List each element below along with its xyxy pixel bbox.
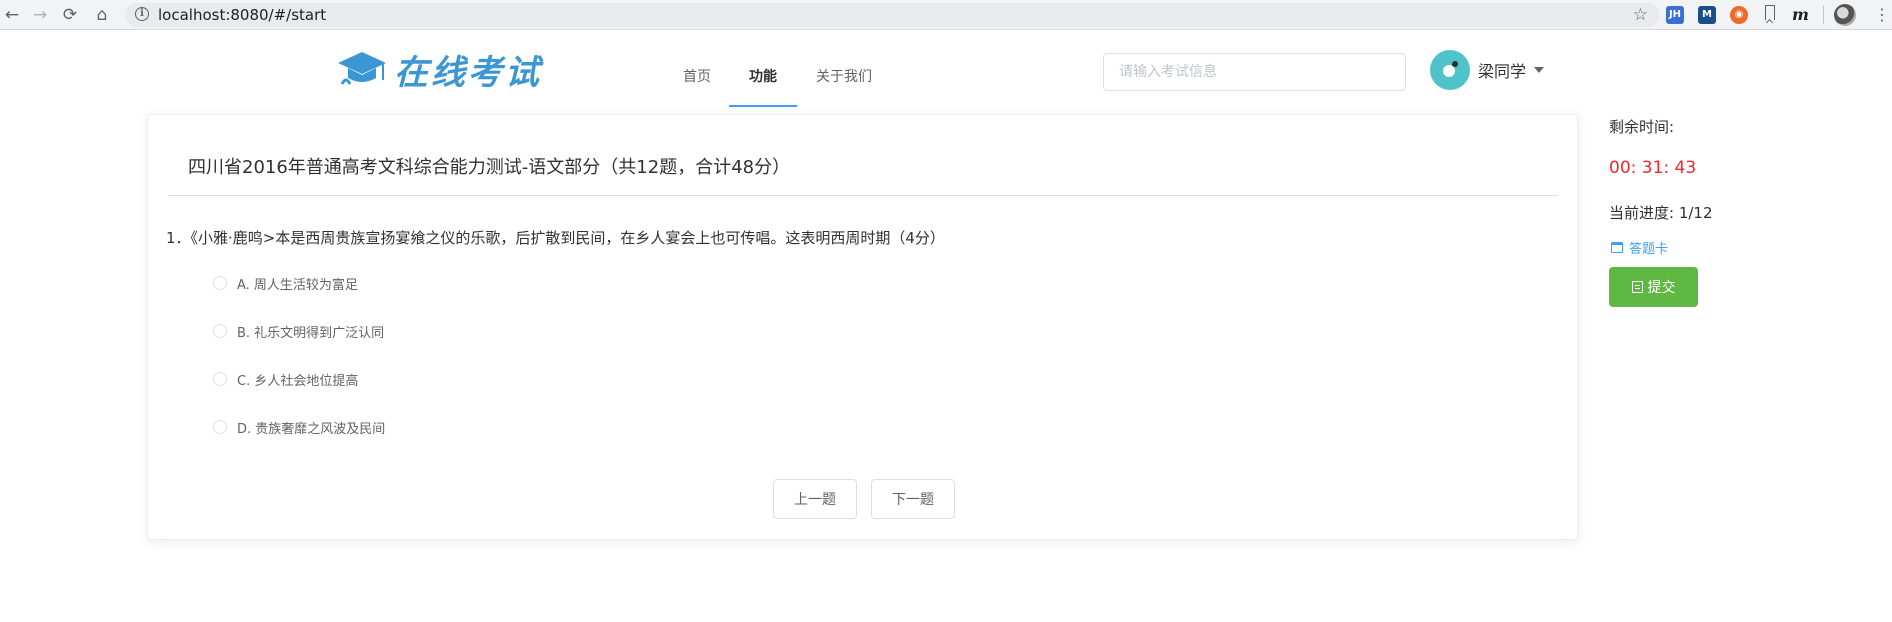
bookmark-extension-icon[interactable] bbox=[1765, 5, 1775, 20]
progress-label: 当前进度: 1/12 bbox=[1609, 204, 1713, 222]
answer-card-label[interactable]: 答题卡 bbox=[1629, 238, 1668, 257]
exam-search-input[interactable] bbox=[1103, 53, 1406, 91]
m-extension-icon[interactable]: M bbox=[1698, 6, 1716, 24]
user-menu[interactable]: 梁同学 bbox=[1430, 50, 1545, 90]
toolbar-divider bbox=[1823, 6, 1824, 24]
info-icon[interactable]: i bbox=[135, 7, 149, 21]
next-question-button[interactable]: 下一题 bbox=[871, 479, 955, 519]
submit-label[interactable]: 提交 bbox=[1648, 277, 1676, 297]
nav-home[interactable]: 首页 bbox=[680, 37, 714, 107]
remaining-time-label: 剩余时间: bbox=[1609, 118, 1675, 136]
graduation-cap-icon bbox=[338, 52, 386, 85]
home-icon[interactable]: ⌂ bbox=[90, 3, 114, 27]
radio-button[interactable] bbox=[213, 420, 227, 434]
countdown-timer: 00: 31: 43 bbox=[1609, 158, 1697, 178]
jh-extension-icon[interactable]: JH bbox=[1666, 6, 1684, 24]
prev-question-button[interactable]: 上一题 bbox=[773, 479, 857, 519]
title-divider bbox=[168, 195, 1558, 196]
option-b[interactable]: B. 礼乐文明得到广泛认同 bbox=[213, 321, 384, 341]
address-url[interactable]: localhost:8080/#/start bbox=[158, 3, 326, 27]
orange-extension-icon[interactable]: ◉ bbox=[1730, 6, 1748, 24]
address-bar[interactable]: i localhost:8080/#/start ☆ bbox=[125, 3, 1660, 27]
radio-button[interactable] bbox=[213, 276, 227, 290]
logo-text: 在线考试 bbox=[394, 52, 542, 93]
option-c[interactable]: C. 乡人社会地位提高 bbox=[213, 369, 358, 389]
option-a[interactable]: A. 周人生活较为富足 bbox=[213, 273, 358, 293]
calendar-icon bbox=[1611, 241, 1623, 253]
nav-features[interactable]: 功能 bbox=[729, 37, 797, 107]
nav-about[interactable]: 关于我们 bbox=[812, 37, 876, 107]
answer-card-link[interactable]: 答题卡 bbox=[1611, 238, 1668, 257]
profile-avatar-icon[interactable] bbox=[1834, 4, 1856, 26]
user-name[interactable]: 梁同学 bbox=[1478, 58, 1526, 82]
browser-menu-icon[interactable]: ⋮ bbox=[1874, 0, 1890, 30]
radio-button[interactable] bbox=[213, 324, 227, 338]
back-icon[interactable]: ← bbox=[0, 3, 24, 27]
avatar[interactable] bbox=[1430, 50, 1470, 90]
submit-button[interactable]: 提交 bbox=[1609, 267, 1698, 307]
question-card: 四川省2016年普通高考文科综合能力测试-语文部分（共12题，合计48分） 1．… bbox=[147, 114, 1578, 540]
option-d[interactable]: D. 贵族奢靡之风波及民间 bbox=[213, 417, 385, 437]
browser-toolbar: ← → ⟳ ⌂ i localhost:8080/#/start ☆ JH M … bbox=[0, 0, 1892, 30]
option-label[interactable]: B. 礼乐文明得到广泛认同 bbox=[237, 322, 384, 341]
site-logo[interactable]: 在线考试 bbox=[336, 47, 542, 93]
option-label[interactable]: A. 周人生活较为富足 bbox=[237, 274, 358, 293]
bookmark-star-icon[interactable]: ☆ bbox=[1633, 3, 1648, 27]
document-icon bbox=[1631, 281, 1643, 293]
reload-icon[interactable]: ⟳ bbox=[58, 3, 82, 27]
exam-title: 四川省2016年普通高考文科综合能力测试-语文部分（共12题，合计48分） bbox=[188, 157, 791, 178]
forward-icon[interactable]: → bbox=[28, 3, 52, 27]
option-label[interactable]: D. 贵族奢靡之风波及民间 bbox=[237, 418, 385, 437]
caret-down-icon[interactable] bbox=[1534, 67, 1545, 73]
m-italic-extension-icon[interactable]: m bbox=[1792, 0, 1809, 30]
question-text: 1．《小雅·鹿鸣>本是西周贵族宣扬宴飨之仪的乐歌，后扩散到民间，在乡人宴会上也可… bbox=[166, 229, 945, 247]
option-label[interactable]: C. 乡人社会地位提高 bbox=[237, 370, 358, 389]
radio-button[interactable] bbox=[213, 372, 227, 386]
